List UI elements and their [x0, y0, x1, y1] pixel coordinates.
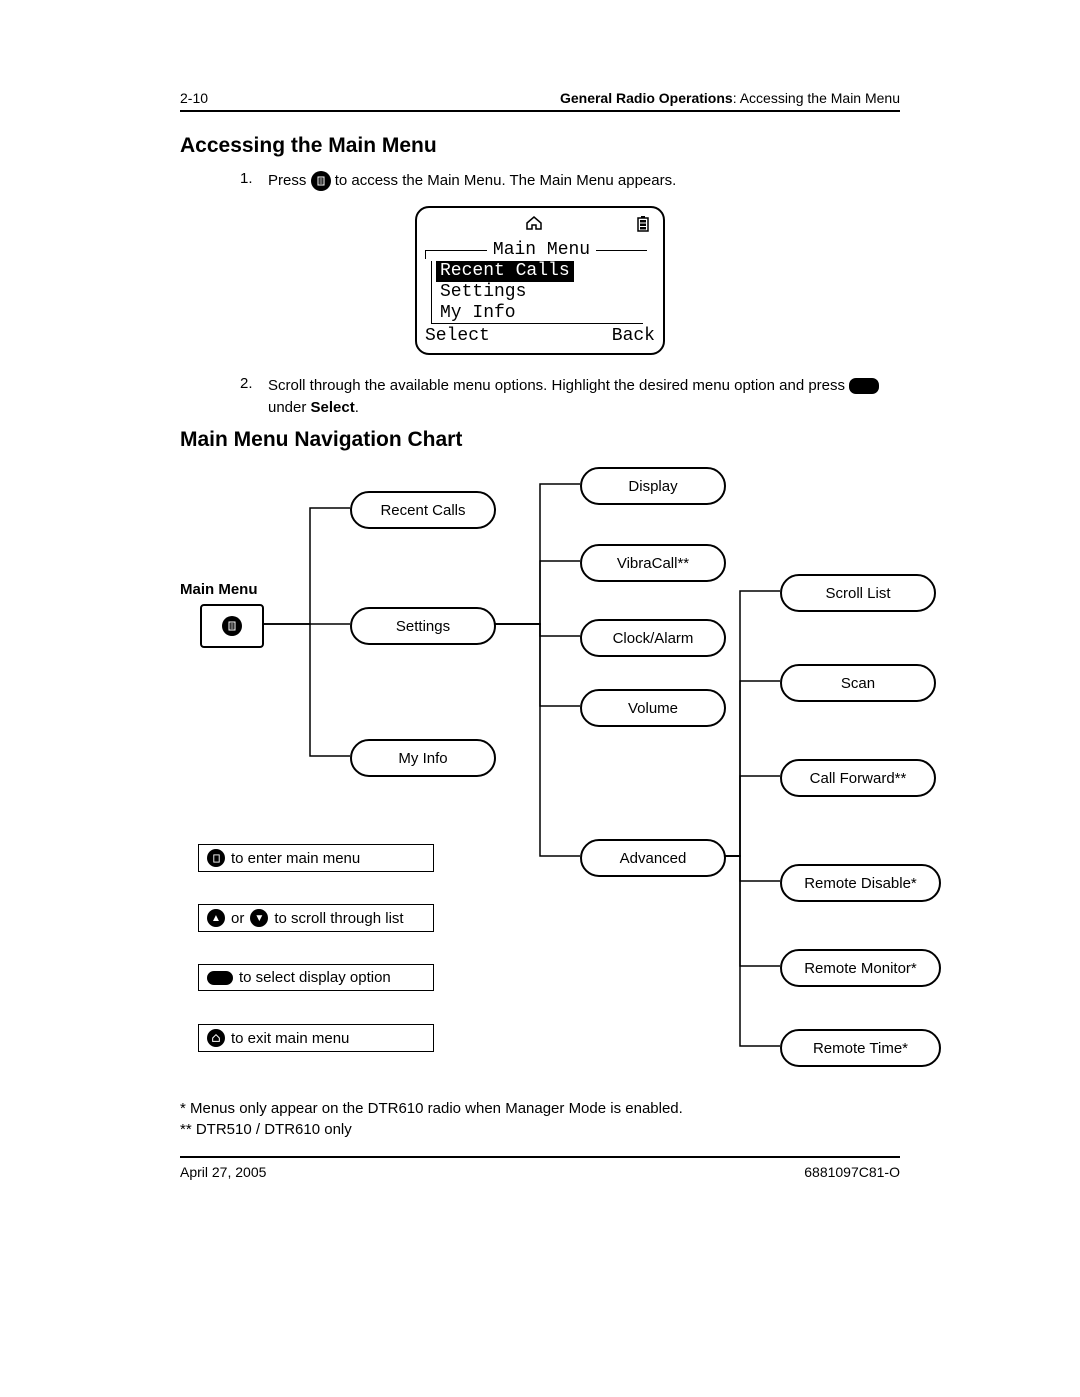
menu-button-icon — [207, 849, 225, 867]
node-clock-alarm: Clock/Alarm — [580, 619, 726, 657]
node-volume: Volume — [580, 689, 726, 727]
footnotes: * Menus only appear on the DTR610 radio … — [180, 1098, 900, 1140]
node-remote-time: Remote Time* — [780, 1029, 941, 1067]
page-header: 2-10 General Radio Operations: Accessing… — [180, 90, 900, 112]
lcd-item-highlighted: Recent Calls — [436, 261, 574, 282]
softkey-icon — [849, 378, 879, 394]
home-icon — [525, 216, 543, 239]
step-number: 2. — [240, 375, 268, 419]
menu-button-icon — [222, 616, 242, 636]
footnote-1: * Menus only appear on the DTR610 radio … — [180, 1098, 900, 1119]
legend-exit-text: to exit main menu — [231, 1030, 349, 1047]
home-icon — [207, 1029, 225, 1047]
step-body: Press to access the Main Menu. The Main … — [268, 170, 900, 192]
lcd-item-3: My Info — [436, 303, 655, 324]
node-my-info: My Info — [350, 739, 496, 777]
softkey-icon — [207, 971, 233, 985]
node-recent-calls: Recent Calls — [350, 491, 496, 529]
step-body: Scroll through the available menu option… — [268, 375, 900, 419]
lcd-softkey-left: Select — [425, 326, 490, 347]
legend-scroll: ▲ or ▼ to scroll through list — [198, 904, 434, 932]
heading-navchart: Main Menu Navigation Chart — [180, 428, 900, 452]
footnote-2: ** DTR510 / DTR610 only — [180, 1119, 900, 1140]
lcd-item-2: Settings — [436, 282, 655, 303]
step1-pre: Press — [268, 172, 311, 189]
header-section: General Radio Operations: Accessing the … — [560, 90, 900, 106]
step2-post1: under — [268, 399, 311, 416]
header-section-bold: General Radio Operations — [560, 90, 733, 106]
up-arrow-icon: ▲ — [207, 909, 225, 927]
legend-enter-main-menu: to enter main menu — [198, 844, 434, 872]
menu-button-icon — [311, 171, 331, 191]
lcd-title: Main Menu — [487, 240, 596, 261]
lcd-softkey-right: Back — [612, 326, 655, 347]
legend-or-text: or — [231, 910, 244, 927]
step-number: 1. — [240, 170, 268, 192]
legend-scroll-text: to scroll through list — [274, 910, 403, 927]
battery-icon — [637, 216, 649, 239]
navigation-chart: Main Menu Recent Calls Settings My Info … — [180, 466, 940, 1086]
node-display: Display — [580, 467, 726, 505]
step-2: 2. Scroll through the available menu opt… — [240, 375, 900, 419]
step-1: 1. Press to access the Main Menu. The Ma… — [240, 170, 900, 192]
legend-exit: to exit main menu — [198, 1024, 434, 1052]
radio-lcd-illustration: Main Menu Recent Calls Settings My Info … — [415, 206, 665, 355]
legend-select-text: to select display option — [239, 969, 391, 986]
node-remote-monitor: Remote Monitor* — [780, 949, 941, 987]
node-advanced: Advanced — [580, 839, 726, 877]
down-arrow-icon: ▼ — [250, 909, 268, 927]
node-vibracall: VibraCall** — [580, 544, 726, 582]
footer-date: April 27, 2005 — [180, 1164, 266, 1180]
node-scroll-list: Scroll List — [780, 574, 936, 612]
legend-select: to select display option — [198, 964, 434, 991]
step2-bold: Select — [311, 399, 355, 416]
node-scan: Scan — [780, 664, 936, 702]
legend-enter-text: to enter main menu — [231, 850, 360, 867]
node-call-forward: Call Forward** — [780, 759, 936, 797]
page-number: 2-10 — [180, 90, 208, 106]
header-section-rest: : Accessing the Main Menu — [733, 90, 900, 106]
footer-docid: 6881097C81-O — [804, 1164, 900, 1180]
step2-post2: . — [355, 399, 359, 416]
step1-post: to access the Main Menu. The Main Menu a… — [335, 172, 677, 189]
root-node — [200, 604, 264, 648]
node-remote-disable: Remote Disable* — [780, 864, 941, 902]
node-settings: Settings — [350, 607, 496, 645]
heading-accessing: Accessing the Main Menu — [180, 134, 900, 158]
page-footer: April 27, 2005 6881097C81-O — [180, 1156, 900, 1180]
root-label: Main Menu — [180, 581, 258, 598]
step2-pre: Scroll through the available menu option… — [268, 377, 849, 394]
